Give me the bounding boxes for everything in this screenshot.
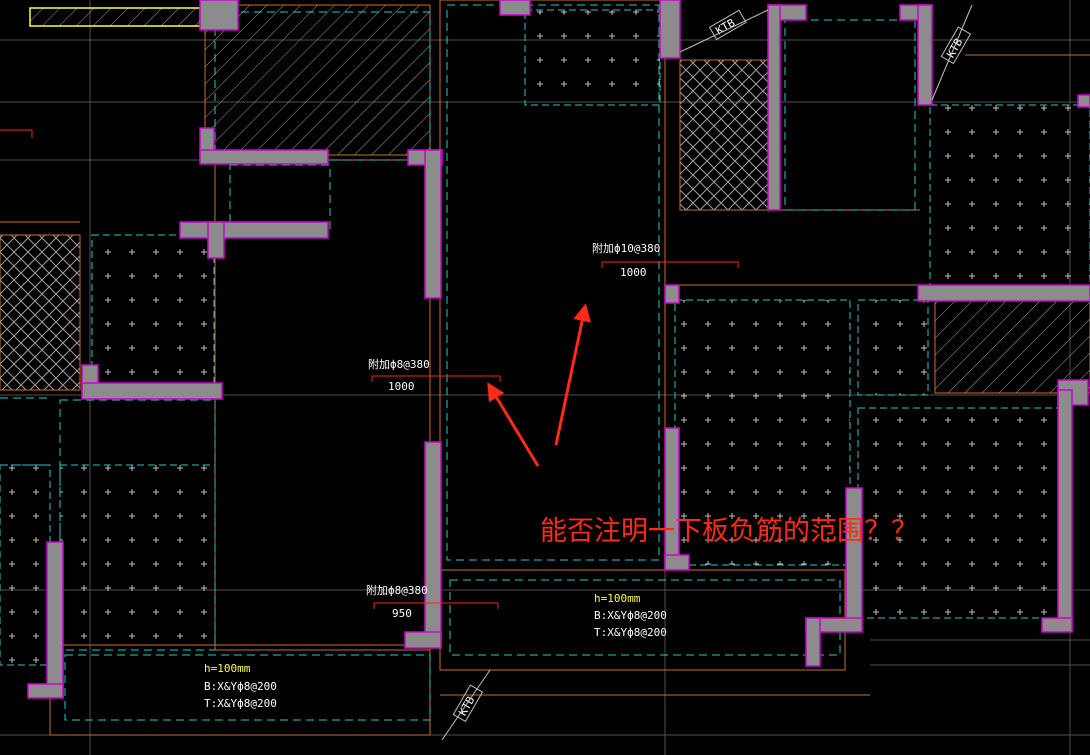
rebar-length: 1000 — [388, 380, 415, 393]
rebar-spec: 附加ф8@380 — [368, 357, 430, 371]
rebar-length: 950 — [392, 607, 412, 620]
slab-note-2: h=100mm B:X&Yф8@200 T:X&Yф8@200 — [204, 662, 277, 710]
rebar-callout-2: 附加ф8@380 1000 — [368, 357, 501, 393]
arrow-to-callout-1 — [554, 303, 591, 446]
cad-drawing-canvas[interactable]: 附加ф10@380 1000 附加ф8@380 1000 附加ф8@380 95… — [0, 0, 1090, 755]
annotation-arrows — [487, 303, 591, 467]
slab-top-rebar: T:X&Yф8@200 — [594, 626, 667, 639]
slab-thickness: h=100mm — [204, 662, 251, 675]
ktb-label: KTB — [452, 684, 484, 723]
slab-bottom-rebar: B:X&Yф8@200 — [204, 680, 277, 693]
slab-thickness: h=100mm — [594, 592, 641, 605]
rebar-spec: 附加ф8@380 — [366, 583, 428, 597]
arrow-to-callout-2 — [487, 382, 540, 467]
rebar-spec: 附加ф10@380 — [592, 241, 660, 255]
ktb-label: KTB — [940, 26, 972, 65]
red-marks — [0, 129, 33, 138]
slab-bottom-rebar: B:X&Yф8@200 — [594, 609, 667, 622]
annotation-question: 能否注明一下板负筋的范围？？ — [540, 516, 918, 547]
slab-top-rebar: T:X&Yф8@200 — [204, 697, 277, 710]
rebar-length: 1000 — [620, 266, 647, 279]
slab-plus-regions — [0, 9, 1090, 666]
slab-note-1: h=100mm B:X&Yф8@200 T:X&Yф8@200 — [594, 592, 667, 639]
